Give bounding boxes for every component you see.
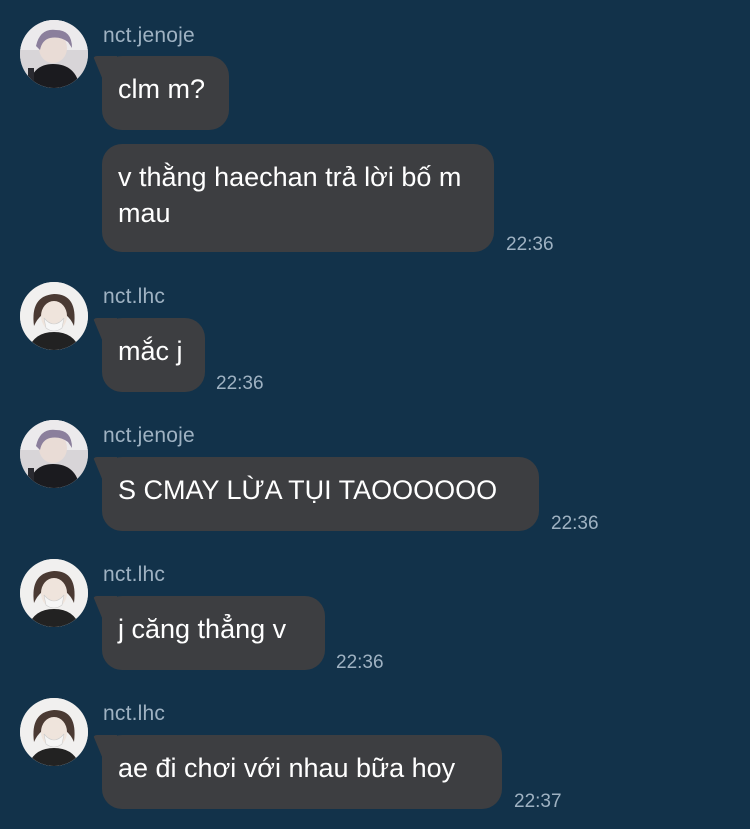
message-text: clm m? <box>118 74 205 104</box>
avatar-lhc[interactable] <box>20 559 88 627</box>
message-username[interactable]: nct.lhc <box>103 563 165 587</box>
message-bubble[interactable]: j căng thẳng v <box>102 596 325 670</box>
avatar-lhc[interactable] <box>20 282 88 350</box>
message-bubble[interactable]: clm m? <box>102 56 229 130</box>
message-timestamp: 22:36 <box>336 652 384 673</box>
message-timestamp: 22:37 <box>514 791 562 812</box>
avatar-lhc-image <box>20 282 88 350</box>
chat-thread: nct.jenoje clm m? v thằng haechan trả lờ… <box>0 0 750 829</box>
message-timestamp: 22:36 <box>551 513 599 534</box>
message-bubble[interactable]: v thằng haechan trả lời bố m mau <box>102 144 494 252</box>
avatar-jenoje[interactable] <box>20 20 88 88</box>
avatar-jenoje-image <box>20 420 88 488</box>
message-username[interactable]: nct.jenoje <box>103 424 195 448</box>
message-text: v thằng haechan trả lời bố m mau <box>118 162 462 228</box>
message-username[interactable]: nct.jenoje <box>103 24 195 48</box>
message-timestamp: 22:36 <box>506 234 554 255</box>
message-bubble[interactable]: S CMAY LỪA TỤI TAOOOOOO <box>102 457 539 531</box>
message-text: S CMAY LỪA TỤI TAOOOOOO <box>118 475 498 505</box>
message-bubble[interactable]: mắc j <box>102 318 205 392</box>
message-username[interactable]: nct.lhc <box>103 285 165 309</box>
avatar-lhc-image <box>20 698 88 766</box>
avatar-lhc[interactable] <box>20 698 88 766</box>
avatar-lhc-image <box>20 559 88 627</box>
message-text: j căng thẳng v <box>118 614 287 644</box>
message-timestamp: 22:36 <box>216 373 264 394</box>
message-username[interactable]: nct.lhc <box>103 702 165 726</box>
avatar-jenoje-image <box>20 20 88 88</box>
message-bubble[interactable]: ae đi chơi với nhau bữa hoy <box>102 735 502 809</box>
avatar-jenoje[interactable] <box>20 420 88 488</box>
message-text: ae đi chơi với nhau bữa hoy <box>118 753 456 783</box>
message-text: mắc j <box>118 336 183 366</box>
